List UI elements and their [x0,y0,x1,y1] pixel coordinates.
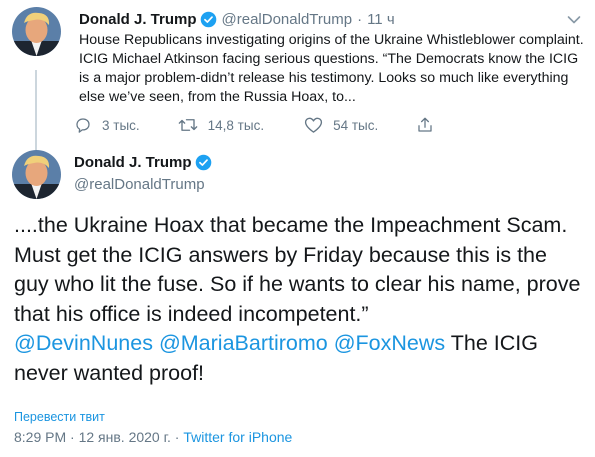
heart-icon [304,117,323,133]
like-button[interactable]: 54 тыс. [304,116,378,134]
like-count: 54 тыс. [333,117,379,133]
mention-link[interactable]: @DevinNunes [14,331,153,355]
tweet1-actions: 3 тыс. 14,8 тыс. 54 тыс. [74,114,434,136]
avatar[interactable] [12,7,61,56]
translate-link[interactable]: Перевести твит [14,410,105,424]
tweet1-text: House Republicans investigating origins … [79,32,584,105]
tweet2-meta: 8:29 PM · 12 янв. 2020 г. · Twitter for … [14,429,292,445]
reply-count: 3 тыс. [102,117,140,133]
retweet-count: 14,8 тыс. [207,117,265,133]
tweet-time[interactable]: 11 ч [367,11,395,28]
author-handle[interactable]: @realDonaldTrump [74,176,205,193]
tweet2-text: ....the Ukraine Hoax that became the Imp… [14,211,586,388]
separator-dot: · [357,10,363,28]
thread-connector-line [35,70,37,151]
mention-link[interactable]: @FoxNews [334,331,445,355]
tweet2-text-part1: ....the Ukraine Hoax that became the Imp… [14,213,581,326]
author-name[interactable]: Donald J. Trump [74,154,192,171]
share-icon [418,117,432,132]
source-link[interactable]: Twitter for iPhone [183,429,292,445]
tweet1-header: Donald J. Trump @realDonaldTrump · 11 ч [79,8,395,30]
chevron-down-icon[interactable] [567,12,581,24]
reply-icon [76,118,90,133]
author-name[interactable]: Donald J. Trump [79,11,197,28]
author-handle[interactable]: @realDonaldTrump [222,11,353,28]
reply-button[interactable]: 3 тыс. [74,116,140,134]
avatar[interactable] [12,150,61,199]
retweet-icon [178,119,197,131]
share-button[interactable] [416,116,434,134]
tweet2-author: Donald J. Trump [74,154,217,171]
separator-dot: · [174,429,180,445]
tweet-timestamp[interactable]: 8:29 PM · 12 янв. 2020 г. [14,429,171,445]
mention-link[interactable]: @MariaBartiromo [159,331,328,355]
retweet-button[interactable]: 14,8 тыс. [178,116,264,134]
verified-badge-icon [195,154,212,171]
verified-badge-icon [200,11,217,28]
